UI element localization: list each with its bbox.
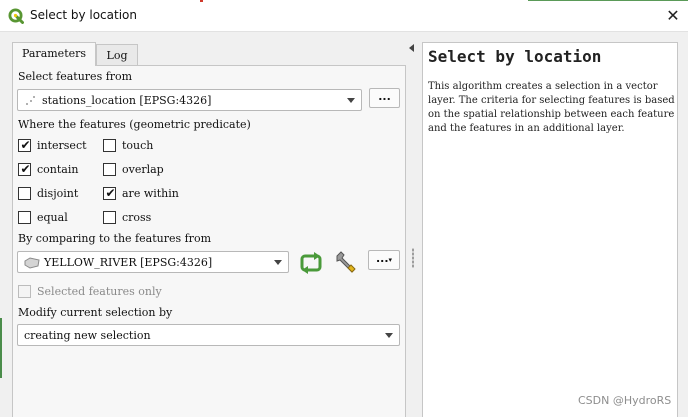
title-bar-accent-line: [528, 0, 688, 1]
left-edge-indicator: [0, 318, 2, 378]
compare-layer-combobox[interactable]: YELLOW_RIVER [EPSG:4326]: [17, 251, 289, 273]
wrench-icon[interactable]: [333, 249, 359, 275]
help-title: Select by location: [428, 47, 602, 66]
checkbox-overlap-label: overlap: [122, 163, 164, 176]
collapse-panel-icon[interactable]: [409, 44, 414, 52]
check-icon: ✔: [105, 186, 116, 200]
watermark: CSDN @HydroRS: [578, 394, 672, 407]
tab-parameters[interactable]: Parameters: [12, 42, 96, 66]
chevron-down-icon: [385, 333, 393, 338]
help-text: This algorithm creates a selection in a …: [428, 81, 675, 134]
compare-label: By comparing to the features from: [18, 232, 211, 245]
title-bar: Select by location ✕: [0, 0, 688, 32]
iterate-features-icon[interactable]: [298, 250, 324, 276]
help-panel: Select by location This algorithm create…: [422, 42, 678, 417]
checkbox-intersect[interactable]: ✔: [18, 138, 31, 152]
checkbox-touch-label: touch: [122, 139, 154, 152]
select-from-options-button[interactable]: ...: [369, 88, 400, 108]
checkbox-equal[interactable]: [18, 211, 31, 224]
checkbox-contain-label: contain: [37, 163, 79, 176]
checkbox-disjoint[interactable]: [18, 187, 31, 200]
checkbox-cross[interactable]: [103, 211, 116, 224]
point-layer-icon: [26, 96, 35, 105]
checkbox-intersect-label: intersect: [37, 139, 87, 152]
checkbox-overlap[interactable]: [103, 163, 116, 176]
check-icon: ✔: [20, 162, 31, 176]
select-from-value: stations_location [EPSG:4326]: [42, 94, 212, 107]
compare-layer-value: YELLOW_RIVER [EPSG:4326]: [44, 256, 213, 269]
tab-log[interactable]: Log: [96, 44, 138, 65]
polygon-layer-icon: [24, 257, 40, 269]
compare-options-button[interactable]: ...▾: [368, 250, 400, 270]
check-icon: ✔: [20, 138, 31, 152]
checkbox-are-within-label: are within: [122, 187, 179, 200]
modify-selection-label: Modify current selection by: [18, 306, 173, 319]
modify-selection-combobox[interactable]: creating new selection: [17, 324, 400, 346]
checkbox-selected-only-label: Selected features only: [37, 285, 162, 298]
qgis-logo-icon: [8, 8, 24, 24]
checkbox-contain[interactable]: ✔: [18, 162, 31, 176]
window-title: Select by location: [30, 8, 137, 22]
splitter-handle[interactable]: [412, 248, 414, 268]
chevron-down-icon: [347, 98, 355, 103]
checkbox-selected-only[interactable]: [18, 285, 31, 298]
checkbox-equal-label: equal: [37, 211, 68, 224]
checkbox-are-within[interactable]: ✔: [103, 186, 116, 200]
checkbox-cross-label: cross: [122, 211, 152, 224]
title-bar-accent: [200, 0, 203, 2]
chevron-down-icon: [274, 260, 282, 265]
modify-selection-value: creating new selection: [24, 329, 151, 342]
checkbox-disjoint-label: disjoint: [37, 187, 79, 200]
chevron-down-icon: ▾: [388, 256, 393, 264]
dots-label: ...: [375, 252, 389, 265]
predicate-label: Where the features (geometric predicate): [18, 118, 251, 131]
select-from-label: Select features from: [18, 70, 133, 83]
checkbox-touch[interactable]: [103, 139, 116, 152]
close-button[interactable]: ✕: [660, 4, 686, 28]
select-from-combobox[interactable]: stations_location [EPSG:4326]: [17, 89, 362, 111]
